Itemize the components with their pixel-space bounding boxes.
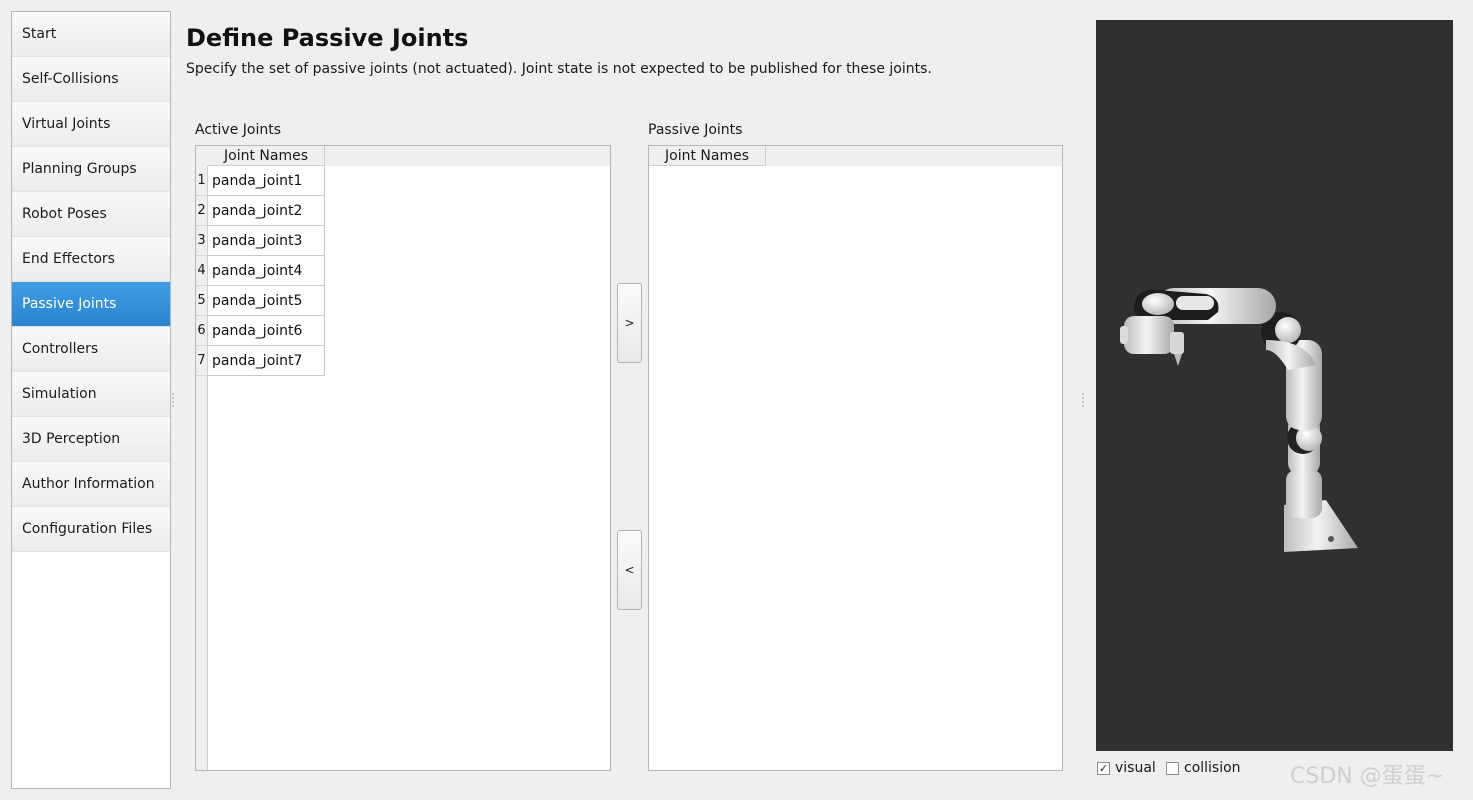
sidebar-item-start[interactable]: Start [12,12,170,57]
page-title: Define Passive Joints [186,24,469,52]
right-splitter-handle[interactable] [1082,393,1084,407]
table-row[interactable]: 1 panda_joint1 [196,166,325,196]
left-splitter-handle[interactable] [172,393,174,407]
active-joints-label: Active Joints [195,122,281,138]
sidebar-item-simulation[interactable]: Simulation [12,372,170,417]
joint-name-cell[interactable]: panda_joint7 [208,346,325,376]
robot-3d-viewer[interactable] [1096,20,1453,751]
sidebar-item-virtual-joints[interactable]: Virtual Joints [12,102,170,147]
row-number[interactable]: 5 [196,286,208,316]
joint-name-cell[interactable]: panda_joint2 [208,196,325,226]
header-fill [766,146,1062,166]
header-fill [325,146,610,166]
joint-names-column-header[interactable]: Joint Names [208,146,325,166]
active-joints-table[interactable]: Joint Names 1 panda_joint1 2 panda_joint… [195,145,611,771]
passive-joints-table[interactable]: Joint Names [648,145,1063,771]
table-row[interactable]: 4 panda_joint4 [196,256,325,286]
sidebar-item-planning-groups[interactable]: Planning Groups [12,147,170,192]
sidebar-item-controllers[interactable]: Controllers [12,327,170,372]
joint-name-cell[interactable]: panda_joint5 [208,286,325,316]
robot-arm-model [1120,288,1358,552]
sidebar-item-passive-joints[interactable]: Passive Joints [12,282,170,327]
joint-name-cell[interactable]: panda_joint6 [208,316,325,346]
collision-toggle[interactable]: collision [1166,760,1241,776]
row-number[interactable]: 2 [196,196,208,226]
table-row[interactable]: 3 panda_joint3 [196,226,325,256]
sidebar-item-end-effectors[interactable]: End Effectors [12,237,170,282]
page-description: Specify the set of passive joints (not a… [186,61,932,77]
collision-checkbox[interactable] [1166,761,1179,775]
sidebar-item-robot-poses[interactable]: Robot Poses [12,192,170,237]
sidebar-item-3d-perception[interactable]: 3D Perception [12,417,170,462]
sidebar-nav: Start Self-Collisions Virtual Joints Pla… [11,11,171,789]
table-row[interactable]: 2 panda_joint2 [196,196,325,226]
visual-label: visual [1115,760,1156,776]
row-number[interactable]: 7 [196,346,208,376]
passive-joints-label: Passive Joints [648,122,743,138]
row-number[interactable]: 4 [196,256,208,286]
move-to-active-button[interactable]: < [617,530,642,610]
table-row[interactable]: 5 panda_joint5 [196,286,325,316]
sidebar-item-configuration-files[interactable]: Configuration Files [12,507,170,552]
visual-toggle[interactable]: ✓ visual [1097,760,1156,776]
move-to-passive-button[interactable]: > [617,283,642,363]
visual-checkbox[interactable]: ✓ [1097,761,1110,775]
joint-name-cell[interactable]: panda_joint1 [208,166,325,196]
table-row[interactable]: 7 panda_joint7 [196,346,325,376]
collision-label: collision [1184,760,1241,776]
row-number[interactable]: 1 [196,166,208,196]
table-row[interactable]: 6 panda_joint6 [196,316,325,346]
row-number[interactable]: 3 [196,226,208,256]
watermark: CSDN @蛋蛋~ [1290,764,1445,789]
table-corner [196,146,208,166]
sidebar-item-author-information[interactable]: Author Information [12,462,170,507]
row-number[interactable]: 6 [196,316,208,346]
joint-names-column-header[interactable]: Joint Names [649,146,766,166]
check-mark-icon: ✓ [1098,761,1109,775]
sidebar-item-self-collisions[interactable]: Self-Collisions [12,57,170,102]
joint-name-cell[interactable]: panda_joint4 [208,256,325,286]
joint-name-cell[interactable]: panda_joint3 [208,226,325,256]
